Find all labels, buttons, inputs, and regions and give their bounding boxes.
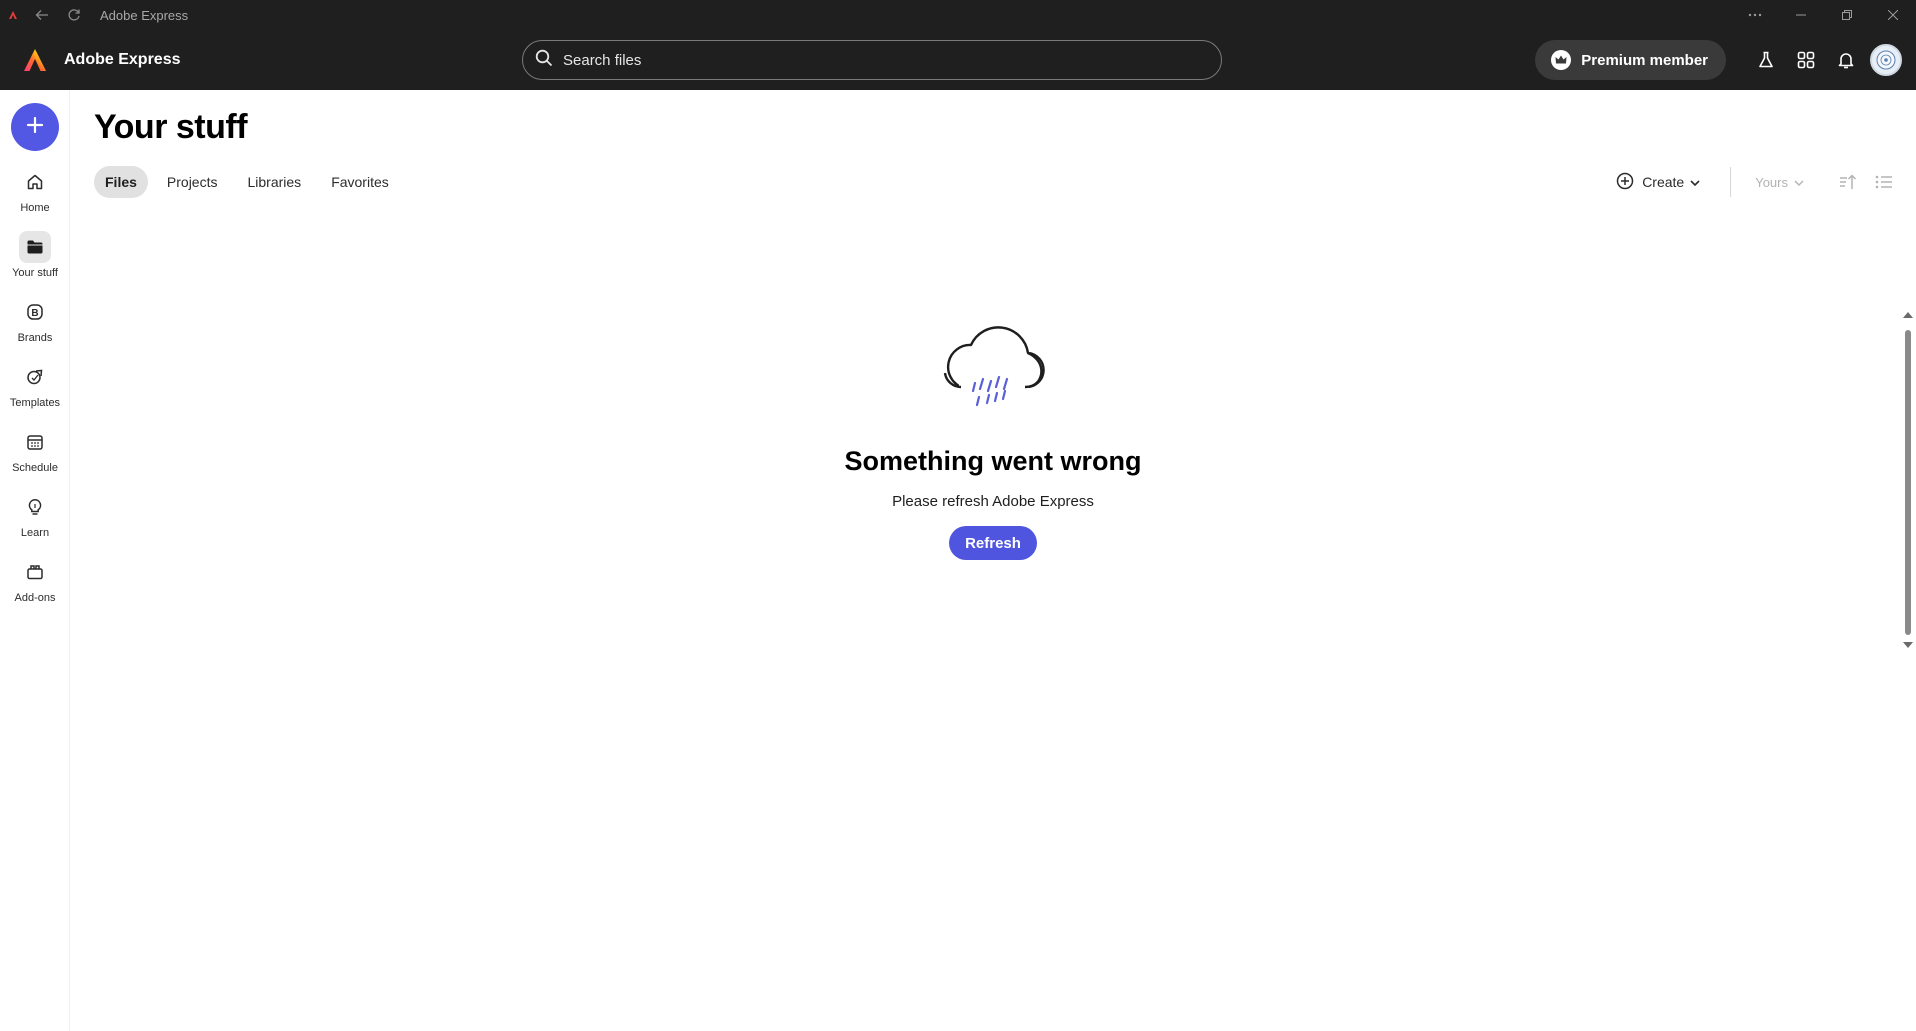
reload-icon[interactable]: [58, 0, 90, 30]
chevron-down-icon: [1794, 175, 1804, 190]
addons-icon: [19, 556, 51, 588]
files-toolbar: Create Yours: [1616, 166, 1898, 198]
scroll-up-arrow-icon[interactable]: [1903, 312, 1913, 318]
error-title: Something went wrong: [844, 446, 1142, 476]
back-arrow-icon[interactable]: [26, 0, 58, 30]
refresh-button[interactable]: Refresh: [949, 526, 1037, 560]
restore-icon[interactable]: [1824, 0, 1870, 30]
folder-icon: [19, 231, 51, 263]
plus-icon: [26, 116, 44, 139]
sort-icon[interactable]: [1834, 168, 1862, 196]
rail-item-learn[interactable]: Learn: [0, 491, 70, 539]
labs-flask-icon[interactable]: [1746, 40, 1786, 80]
rail-label: Schedule: [12, 462, 58, 474]
tab-projects[interactable]: Projects: [156, 166, 229, 198]
crown-icon: [1551, 50, 1572, 70]
rail-item-add-ons[interactable]: Add-ons: [0, 556, 70, 604]
apps-grid-icon[interactable]: [1786, 40, 1826, 80]
more-options-icon[interactable]: [1732, 0, 1778, 30]
chevron-down-icon: [1690, 174, 1700, 190]
rain-cloud-icon: [933, 315, 1053, 420]
rail-label: Add-ons: [14, 592, 56, 604]
main-content: Your stuff Files Projects Libraries Favo…: [70, 90, 1916, 1031]
user-avatar[interactable]: [1870, 44, 1902, 76]
rail-label: Your stuff: [12, 267, 58, 279]
create-new-button[interactable]: [11, 103, 59, 151]
scroll-thumb[interactable]: [1905, 330, 1911, 635]
scroll-down-arrow-icon[interactable]: [1903, 642, 1913, 648]
add-circle-icon: [1616, 172, 1634, 193]
rail-item-your-stuff[interactable]: Your stuff: [0, 231, 70, 279]
search-input[interactable]: [563, 51, 1163, 69]
list-view-icon[interactable]: [1870, 168, 1898, 196]
app-header: Adobe Express Premium member: [0, 30, 1916, 90]
create-label: Create: [1642, 174, 1685, 190]
content-tabs: Files Projects Libraries Favorites: [94, 166, 408, 198]
close-icon[interactable]: [1870, 0, 1916, 30]
notifications-bell-icon[interactable]: [1826, 40, 1866, 80]
owner-filter-label: Yours: [1755, 174, 1788, 190]
home-icon: [19, 166, 51, 198]
templates-icon: [19, 361, 51, 393]
search-icon: [535, 49, 553, 72]
rail-item-home[interactable]: Home: [0, 166, 70, 214]
rail-label: Templates: [9, 397, 61, 409]
window-titlebar: Adobe Express: [0, 0, 1916, 30]
error-state: Something went wrong Please refresh Adob…: [70, 315, 1916, 560]
page-title: Your stuff: [94, 108, 248, 146]
rail-item-brands[interactable]: B Brands: [0, 296, 70, 344]
brand[interactable]: Adobe Express: [22, 47, 492, 73]
search-box[interactable]: [522, 40, 1222, 80]
premium-label: Premium member: [1581, 51, 1708, 69]
lightbulb-icon: [19, 491, 51, 523]
svg-text:B: B: [31, 308, 38, 319]
minimize-icon[interactable]: [1778, 0, 1824, 30]
rail-label: Learn: [20, 527, 50, 539]
error-message: Please refresh Adobe Express: [892, 493, 1094, 510]
owner-filter-dropdown[interactable]: Yours: [1755, 175, 1804, 190]
tab-favorites[interactable]: Favorites: [320, 166, 400, 198]
create-dropdown-button[interactable]: Create: [1616, 172, 1700, 193]
vertical-scrollbar[interactable]: [1900, 310, 1916, 650]
rail-label: Home: [20, 202, 50, 214]
tab-files[interactable]: Files: [94, 166, 148, 198]
window-title: Adobe Express: [100, 7, 189, 23]
left-nav-rail: Home Your stuff B Brands Templates Sched…: [0, 90, 70, 1031]
brand-icon: B: [19, 296, 51, 328]
calendar-icon: [19, 426, 51, 458]
rail-label: Brands: [17, 332, 53, 344]
brand-name: Adobe Express: [64, 51, 181, 68]
toolbar-divider: [1730, 167, 1732, 197]
premium-member-button[interactable]: Premium member: [1535, 40, 1726, 80]
app-mini-logo-icon: [0, 0, 26, 30]
tab-libraries[interactable]: Libraries: [236, 166, 312, 198]
adobe-express-logo-icon: [22, 47, 48, 73]
rail-item-schedule[interactable]: Schedule: [0, 426, 70, 474]
rail-item-templates[interactable]: Templates: [0, 361, 70, 409]
